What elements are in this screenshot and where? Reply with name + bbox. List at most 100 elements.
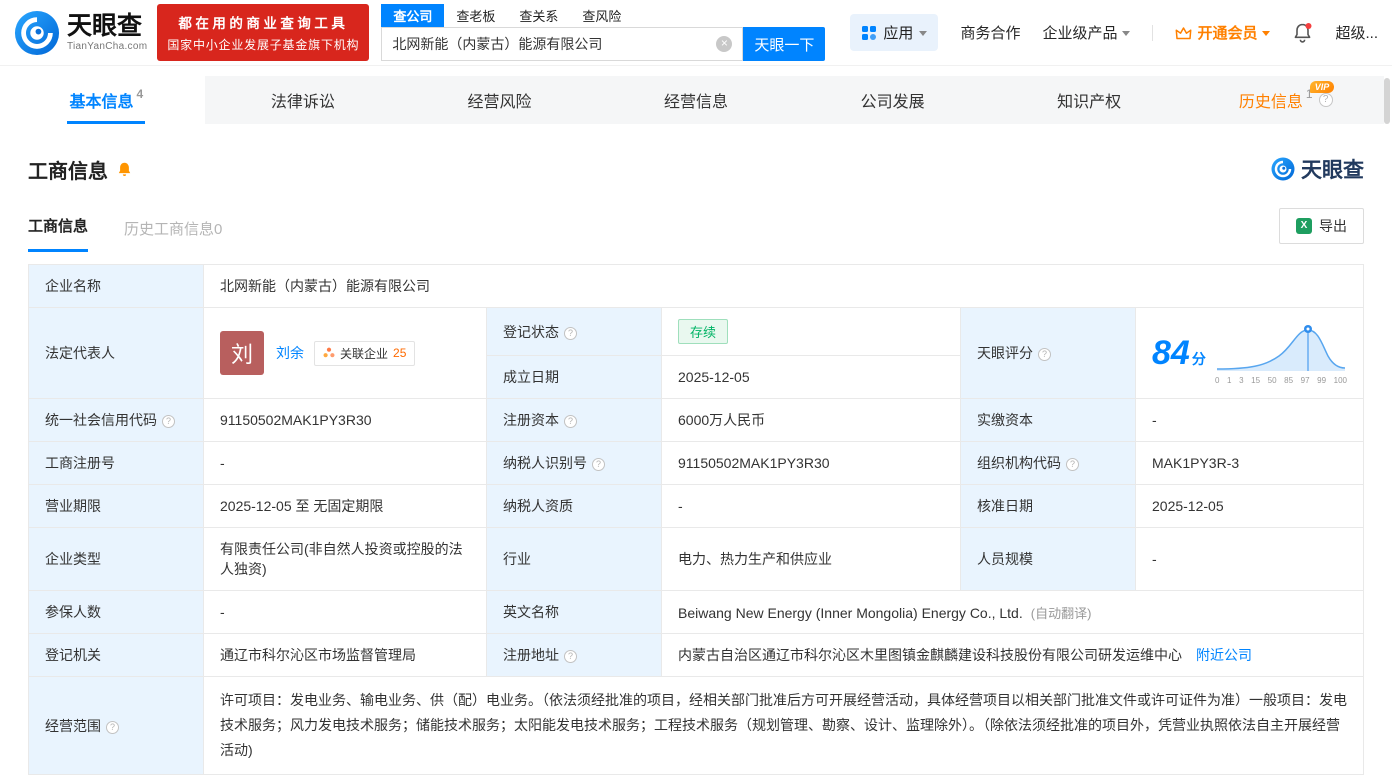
approval-date-value: 2025-12-05 [1135,484,1364,528]
legal-rep-avatar[interactable]: 刘 [220,331,264,375]
establish-date-label: 成立日期 [486,355,662,399]
search-tab-risk[interactable]: 查风险 [570,4,633,27]
search-input[interactable] [392,36,717,52]
related-count: 25 [393,346,407,360]
tianyancha-company-page: 天眼查 TianYanCha.com 都在用的商业查询工具 国家中小企业发展子基… [0,0,1392,775]
brand-watermark: 天眼查 [1271,154,1364,184]
credit-code-value: 91150502MAK1PY3R30 [203,398,487,442]
row-business-scope: 经营范围? 许可项目：发电业务、输电业务、供（配）电业务。（依法须经批准的项目，… [28,676,1364,775]
chevron-down-icon [1122,30,1131,40]
tab-operation[interactable]: 经营信息 [598,76,795,124]
company-tabbar: 基本信息 4 法律诉讼 经营风险 经营信息 公司发展 知识产权 VIP 历史信息 1… [8,76,1384,124]
score-label: 天眼评分? [960,307,1136,399]
scrollbar-thumb[interactable] [1384,78,1390,124]
tab-development[interactable]: 公司发展 [794,76,991,124]
legal-rep-label: 法定代表人 [28,307,204,399]
reg-capital-value: 6000万人民币 [661,398,961,442]
chart-tick: 3 [1239,375,1244,385]
chart-tick: 97 [1300,375,1310,385]
tab-risk[interactable]: 经营风险 [401,76,598,124]
reg-status-label: 登记状态? [486,307,662,356]
top-header: 天眼查 TianYanCha.com 都在用的商业查询工具 国家中小企业发展子基… [0,0,1392,66]
tab-count: 4 [136,87,144,101]
subscribe-bell-icon[interactable] [116,161,133,178]
tab-legal[interactable]: 法律诉讼 [205,76,402,124]
nav-enterprise-label: 企业级产品 [1042,25,1118,42]
row-business-term: 营业期限 2025-12-05 至 无固定期限 纳税人资质 - 核准日期 202… [28,484,1364,528]
english-name-value: Beiwang New Energy (Inner Mongolia) Ener… [661,590,1364,634]
company-type-label: 企业类型 [28,527,204,591]
legal-rep-name-link[interactable]: 刘余 [276,343,304,363]
help-icon[interactable]: ? [592,458,605,471]
company-name-label: 企业名称 [28,264,204,308]
site-logo[interactable]: 天眼查 TianYanCha.com [14,10,147,56]
business-scope-label: 经营范围? [28,676,204,775]
help-icon[interactable]: ? [162,415,175,428]
help-icon[interactable]: ? [564,326,577,340]
industry-label: 行业 [486,527,662,591]
row-reg-number: 工商注册号 - 纳税人识别号? 91150502MAK1PY3R30 组织机构代… [28,441,1364,485]
reg-authority-label: 登记机关 [28,633,204,677]
insured-count-value: - [203,590,487,634]
chart-tick: 15 [1251,375,1261,385]
tab-basic-info[interactable]: 基本信息 4 [8,76,205,124]
search-button[interactable]: 天眼一下 [743,27,826,61]
help-icon[interactable]: ? [106,720,119,734]
subtab-history-info[interactable]: 历史工商信息0 [124,218,222,252]
score-distribution-chart: 0 1 3 15 50 85 97 99 100 [1215,322,1347,385]
row-company-type: 企业类型 有限责任公司(非自然人投资或控股的法人独资) 行业 电力、热力生产和供… [28,527,1364,591]
help-icon[interactable]: ? [1318,93,1333,107]
tab-ip[interactable]: 知识产权 [991,76,1188,124]
clear-icon[interactable]: × [716,36,733,52]
notification-bell[interactable] [1292,22,1313,44]
nav-open-vip[interactable]: 开通会员 [1175,22,1271,43]
tab-label: 经营风险 [467,94,532,111]
nav-vip-label: 开通会员 [1197,25,1258,42]
search-tab-relation[interactable]: 查关系 [507,4,570,27]
apps-label: 应用 [883,25,914,42]
chevron-down-icon [919,30,928,40]
tab-label: 公司发展 [860,94,925,111]
related-companies-badge[interactable]: 关联企业 25 [314,340,416,366]
tab-history[interactable]: VIP 历史信息 1 ? [1187,76,1384,124]
help-icon[interactable]: ? [564,415,577,428]
subtabs: 工商信息 历史工商信息0 X 导出 [28,208,1364,252]
nav-enterprise[interactable]: 企业级产品 [1042,22,1131,43]
row-credit-code: 统一社会信用代码? 91150502MAK1PY3R30 注册资本? 6000万… [28,398,1364,442]
paid-capital-label: 实缴资本 [960,398,1136,442]
establish-date-value: 2025-12-05 [661,355,961,399]
search-box: × [381,27,744,61]
promo-line1: 都在用的商业查询工具 [178,16,349,31]
tab-label: 知识产权 [1057,94,1122,111]
logo-subtitle: TianYanCha.com [67,41,148,53]
credit-code-label: 统一社会信用代码? [28,398,204,442]
help-icon[interactable]: ? [564,650,577,663]
help-icon[interactable]: ? [1038,348,1051,361]
nav-super-vip[interactable]: 超级... [1335,22,1378,43]
search-tab-boss[interactable]: 查老板 [444,4,507,27]
section-title: 工商信息 [28,160,108,183]
related-label: 关联企业 [340,346,389,361]
crown-icon [1176,26,1192,39]
export-button[interactable]: X 导出 [1279,208,1364,244]
score-value: 84 分 0 1 3 15 50 85 97 99 100 [1135,307,1364,399]
vip-badge: VIP [1309,81,1335,93]
nav-cooperation[interactable]: 商务合作 [960,22,1020,43]
company-type-value: 有限责任公司(非自然人投资或控股的法人独资) [203,527,487,591]
search-tab-company[interactable]: 查公司 [381,4,445,27]
paid-capital-value: - [1135,398,1364,442]
status-badge: 存续 [678,319,729,344]
business-term-value: 2025-12-05 至 无固定期限 [203,484,487,528]
help-icon[interactable]: ? [1066,458,1079,471]
english-name-label: 英文名称 [486,590,662,634]
nearby-companies-link[interactable]: 附近公司 [1196,647,1252,663]
tianyancha-brand-icon [1271,157,1295,181]
company-name-value: 北网新能（内蒙古）能源有限公司 [203,264,1364,308]
subtab-business-info[interactable]: 工商信息 [28,215,89,252]
business-term-label: 营业期限 [28,484,204,528]
related-companies-icon [323,347,335,358]
score-number: 84 分 [1152,333,1206,372]
reg-number-label: 工商注册号 [28,441,204,485]
apps-button[interactable]: 应用 [850,14,939,51]
tianyancha-logo-icon [14,10,60,55]
